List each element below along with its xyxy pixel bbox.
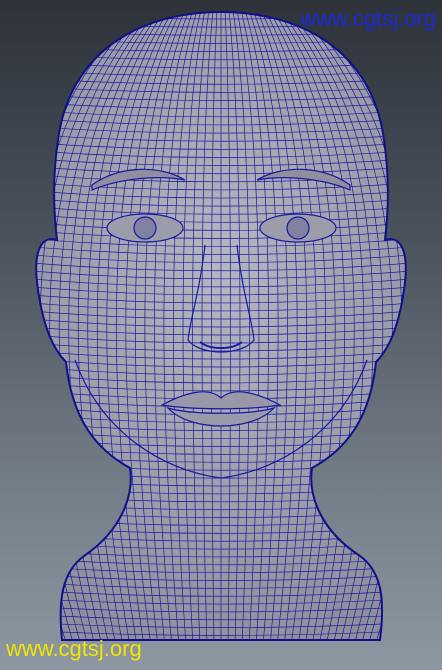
right-iris bbox=[286, 216, 310, 240]
left-iris bbox=[133, 216, 157, 240]
watermark-bottom: www.cgtsj.org bbox=[6, 636, 142, 661]
3d-viewport: www.cgtsj.org www.cgtsj.org bbox=[0, 0, 442, 670]
watermark-top: www.cgtsj.org bbox=[300, 6, 436, 31]
head-wireframe-model bbox=[35, 10, 407, 641]
